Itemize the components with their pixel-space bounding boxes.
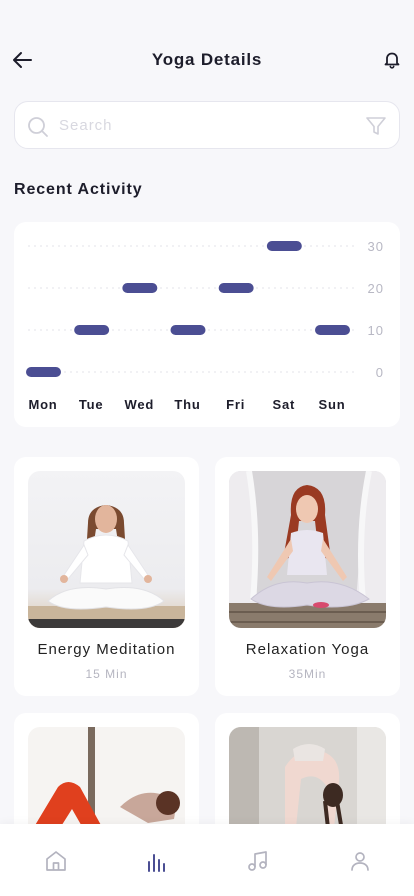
nav-music[interactable]	[245, 848, 271, 874]
search-input[interactable]	[59, 102, 359, 148]
chart-bar	[74, 325, 110, 335]
nav-home[interactable]	[43, 848, 69, 874]
notifications-button[interactable]	[380, 48, 404, 72]
chart-bar	[170, 325, 206, 335]
workout-duration: 15 Min	[85, 667, 128, 681]
workout-card[interactable]: Energy Meditation 15 Min	[14, 457, 199, 696]
nav-profile[interactable]	[347, 848, 373, 874]
music-icon	[248, 851, 267, 871]
chart-x-tick-label: Mon	[28, 397, 57, 412]
chart-y-tick-label: 20	[368, 281, 384, 296]
app-header: Yoga Details	[0, 0, 414, 100]
activity-chart: 0 10 20 30 Mon Tue Wed Thu Fri Sat Sun	[14, 222, 400, 427]
home-icon	[46, 851, 66, 871]
bottom-nav	[0, 824, 414, 896]
chart-x-tick-label: Tue	[79, 397, 104, 412]
workout-photo-relaxation	[229, 471, 386, 628]
chart-bar	[26, 367, 61, 377]
filter-icon[interactable]	[365, 115, 387, 137]
workout-duration: 35Min	[288, 667, 327, 681]
chart-x-tick-label: Sat	[273, 397, 296, 412]
profile-icon	[351, 852, 369, 871]
bell-icon	[384, 52, 400, 69]
chart-bar	[122, 283, 158, 293]
workout-photo-meditation	[28, 471, 185, 628]
search-bar	[14, 101, 400, 149]
chart-y-tick-label: 0	[376, 365, 384, 380]
chart-bar	[266, 241, 302, 251]
chart-y-tick-label: 30	[368, 239, 384, 254]
section-title-recent-activity: Recent Activity	[14, 181, 143, 198]
chart-x-tick-label: Sun	[319, 397, 346, 412]
chart-y-tick-label: 10	[368, 323, 384, 338]
chart-x-tick-label: Thu	[174, 397, 200, 412]
workout-card[interactable]: Relaxation Yoga 35Min	[215, 457, 400, 696]
nav-stats[interactable]	[143, 848, 169, 874]
chart-x-tick-label: Wed	[125, 397, 155, 412]
chart-bar	[218, 283, 254, 293]
workout-name: Relaxation Yoga	[245, 641, 370, 658]
workout-name: Energy Meditation	[37, 641, 176, 658]
chart-bar	[315, 325, 350, 335]
chart-x-tick-label: Fri	[226, 397, 245, 412]
page-title: Yoga Details	[151, 50, 263, 69]
activity-chart-svg: 0 10 20 30 Mon Tue Wed Thu Fri Sat Sun	[26, 239, 384, 412]
search-icon	[28, 117, 48, 137]
stats-icon	[148, 854, 165, 872]
